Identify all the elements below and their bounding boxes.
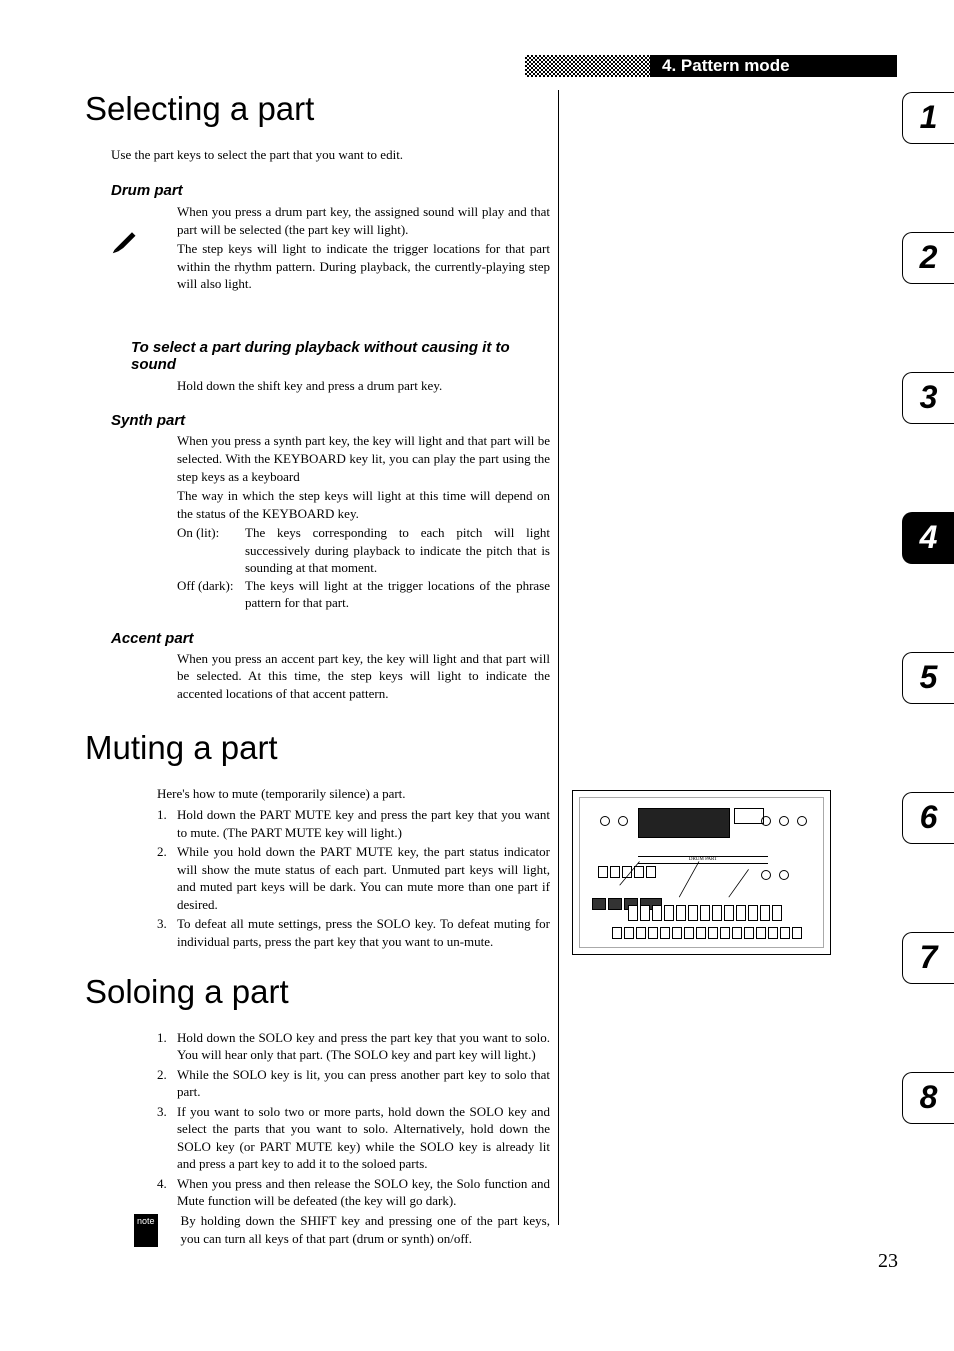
muting-step-3: To defeat all mute settings, press the S… bbox=[157, 915, 550, 950]
heading-drum-part: Drum part bbox=[111, 182, 550, 199]
device-illustration: DRUM PART bbox=[572, 790, 831, 955]
selecting-intro: Use the part keys to select the part tha… bbox=[111, 146, 550, 164]
soloing-step-1: Hold down the SOLO key and press the par… bbox=[157, 1029, 550, 1064]
soloing-note-row: note By holding down the SHIFT key and p… bbox=[134, 1212, 550, 1247]
page-header: 4. Pattern mode bbox=[525, 55, 897, 77]
accent-p1: When you press an accent part key, the k… bbox=[177, 650, 550, 703]
section-title-soloing: Soloing a part bbox=[85, 973, 550, 1011]
tab-3[interactable]: 3 bbox=[902, 372, 954, 424]
heading-select-during-playback: To select a part during playback without… bbox=[131, 339, 550, 373]
muting-steps: Hold down the PART MUTE key and press th… bbox=[157, 806, 550, 950]
tab-5[interactable]: 5 bbox=[902, 652, 954, 704]
heading-accent-part: Accent part bbox=[111, 630, 550, 647]
synth-on-row: On (lit): The keys corresponding to each… bbox=[177, 524, 550, 577]
muting-step-1: Hold down the PART MUTE key and press th… bbox=[157, 806, 550, 841]
synth-on-body: The keys corresponding to each pitch wil… bbox=[245, 524, 550, 577]
section-title-muting: Muting a part bbox=[85, 729, 550, 767]
main-content: Selecting a part Use the part keys to se… bbox=[85, 90, 550, 1247]
synth-p2: The way in which the step keys will ligh… bbox=[177, 487, 550, 522]
tab-6[interactable]: 6 bbox=[902, 792, 954, 844]
tab-2[interactable]: 2 bbox=[902, 232, 954, 284]
page-number: 23 bbox=[878, 1250, 898, 1273]
soloing-step-3: If you want to solo two or more parts, h… bbox=[157, 1103, 550, 1173]
header-title: 4. Pattern mode bbox=[650, 55, 897, 77]
soloing-step-2: While the SOLO key is lit, you can press… bbox=[157, 1066, 550, 1101]
synth-off-row: Off (dark): The keys will light at the t… bbox=[177, 577, 550, 612]
tab-8[interactable]: 8 bbox=[902, 1072, 954, 1124]
synth-off-body: The keys will light at the trigger locat… bbox=[245, 577, 550, 612]
synth-p1: When you press a synth part key, the key… bbox=[177, 432, 550, 485]
soloing-steps: Hold down the SOLO key and press the par… bbox=[157, 1029, 550, 1210]
drum-part-p1: When you press a drum part key, the assi… bbox=[177, 203, 550, 238]
tab-7[interactable]: 7 bbox=[902, 932, 954, 984]
muting-intro: Here's how to mute (temporarily silence)… bbox=[157, 785, 550, 803]
vertical-divider bbox=[558, 90, 559, 1225]
side-tab-nav: 1 2 3 4 5 6 7 8 bbox=[902, 92, 954, 1212]
synth-on-label: On (lit): bbox=[177, 524, 245, 577]
playback-p1: Hold down the shift key and press a drum… bbox=[177, 377, 550, 395]
drum-part-p2: The step keys will light to indicate the… bbox=[177, 240, 550, 293]
tab-4[interactable]: 4 bbox=[902, 512, 954, 564]
soloing-note-text: By holding down the SHIFT key and pressi… bbox=[161, 1212, 550, 1247]
heading-synth-part: Synth part bbox=[111, 412, 550, 429]
writing-hand-icon bbox=[111, 227, 139, 255]
muting-step-2: While you hold down the PART MUTE key, t… bbox=[157, 843, 550, 913]
soloing-step-4: When you press and then release the SOLO… bbox=[157, 1175, 550, 1210]
note-badge: note bbox=[134, 1214, 158, 1247]
section-title-selecting: Selecting a part bbox=[85, 90, 550, 128]
header-checker-pattern bbox=[525, 55, 650, 77]
tab-1[interactable]: 1 bbox=[902, 92, 954, 144]
synth-off-label: Off (dark): bbox=[177, 577, 245, 612]
